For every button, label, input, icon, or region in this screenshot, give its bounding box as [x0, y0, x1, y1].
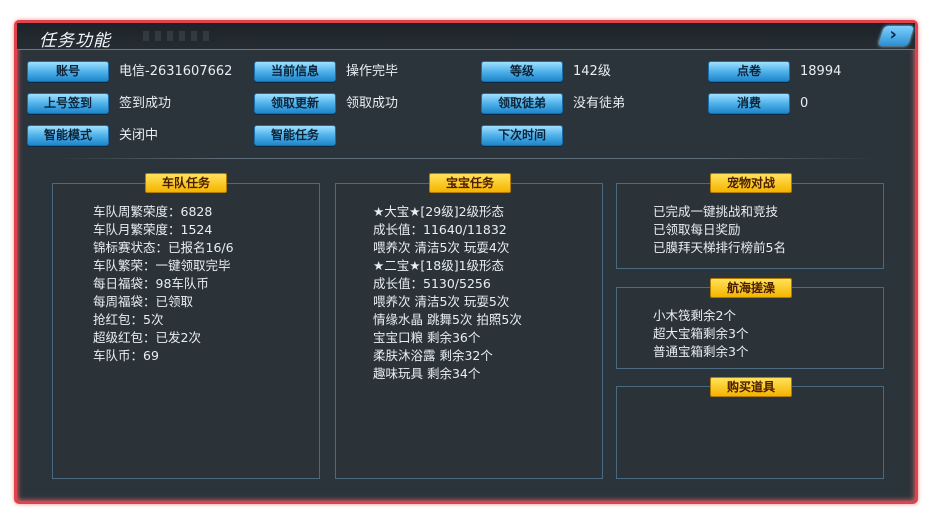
list-item: 每日福袋：98车队币 [93, 276, 209, 291]
list-item: 抢红包：5次 [93, 312, 164, 327]
divider [57, 158, 877, 159]
sign-in-button[interactable]: 上号签到 [27, 93, 109, 114]
chevron-right-icon[interactable]: › [877, 24, 915, 46]
current-info-button[interactable]: 当前信息 [254, 61, 336, 82]
smart-task-button[interactable]: 智能任务 [254, 125, 336, 146]
points-button[interactable]: 点卷 [708, 61, 790, 82]
smart-mode-value: 关闭中 [119, 128, 159, 143]
team-task-title: 车队任务 [145, 173, 227, 193]
title-decoration [143, 31, 213, 41]
list-item: 超级红包：已发2次 [93, 330, 201, 345]
list-item: 车队月繁荣度：1524 [93, 222, 213, 237]
list-item: 已膜拜天梯排行榜前5名 [653, 240, 786, 255]
list-item: 宝宝口粮 剩余36个 [373, 330, 481, 345]
pet-battle-title: 宠物对战 [710, 173, 792, 193]
list-item: 已完成一键挑战和竞技 [653, 204, 779, 219]
list-item: ★大宝★[29级]2级形态 [373, 204, 505, 219]
buy-items-title: 购买道具 [710, 377, 792, 397]
list-item: 普通宝箱剩余3个 [653, 344, 749, 359]
task-window: 任务功能 › 账号 电信-2631607662 当前信息 操作完毕 等级 142… [14, 20, 918, 504]
list-item: 成长值：11640/11832 [373, 222, 507, 237]
list-item: 喂养次 清洁5次 玩耍5次 [373, 294, 510, 309]
level-value: 142级 [573, 64, 611, 79]
voyage-bath-title: 航海搓澡 [710, 278, 792, 298]
list-item: 锦标赛状态：已报名16/6 [93, 240, 234, 255]
list-item: ★二宝★[18级]1级形态 [373, 258, 505, 273]
claim-update-button[interactable]: 领取更新 [254, 93, 336, 114]
list-item: 柔肤沐浴露 剩余32个 [373, 348, 493, 363]
voyage-bath-list: 小木筏剩余2个 超大宝箱剩余3个 普通宝箱剩余3个 [653, 307, 748, 361]
account-button[interactable]: 账号 [27, 61, 109, 82]
consume-button[interactable]: 消费 [708, 93, 790, 114]
sign-in-value: 签到成功 [119, 96, 172, 111]
pet-battle-list: 已完成一键挑战和竞技 已领取每日奖励已膜拜天梯排行榜前5名 [653, 203, 786, 257]
account-value: 电信-2631607662 [119, 64, 233, 79]
list-item: 车队繁荣：一键领取完毕 [93, 258, 231, 273]
level-button[interactable]: 等级 [481, 61, 563, 82]
list-item: 成长值：5130/5256 [373, 276, 491, 291]
list-item: 小木筏剩余2个 [653, 308, 736, 323]
consume-value: 0 [800, 96, 809, 111]
team-task-list: 车队周繁荣度：6828 车队月繁荣度：1524 锦标赛状态：已报名16/6 车队繁荣：… [93, 203, 234, 365]
list-item: 喂养次 清洁5次 玩耍4次 [373, 240, 510, 255]
current-info-value: 操作完毕 [346, 64, 399, 79]
claim-update-value: 领取成功 [346, 96, 399, 111]
smart-mode-button[interactable]: 智能模式 [27, 125, 109, 146]
list-item: 趣味玩具 剩余34个 [373, 366, 481, 381]
list-item: 已领取每日奖励 [653, 222, 741, 237]
list-item: 每周福袋：已领取 [93, 294, 194, 309]
buy-items-panel [616, 386, 884, 479]
points-value: 18994 [800, 64, 842, 79]
claim-apprentice-button[interactable]: 领取徒弟 [481, 93, 563, 114]
title-bar: 任务功能 › [17, 23, 915, 51]
window-title: 任务功能 [39, 31, 111, 51]
baby-task-list: ★大宝★[29级]2级形态 成长值：11640/11832 喂养次 清洁5次 玩耍4… [373, 203, 522, 383]
baby-task-title: 宝宝任务 [429, 173, 511, 193]
list-item: 车队币：69 [93, 348, 159, 363]
list-item: 情缘水晶 跳舞5次 拍照5次 [373, 312, 522, 327]
claim-apprentice-value: 没有徒弟 [573, 96, 626, 111]
list-item: 车队周繁荣度：6828 [93, 204, 213, 219]
next-time-button[interactable]: 下次时间 [481, 125, 563, 146]
list-item: 超大宝箱剩余3个 [653, 326, 749, 341]
